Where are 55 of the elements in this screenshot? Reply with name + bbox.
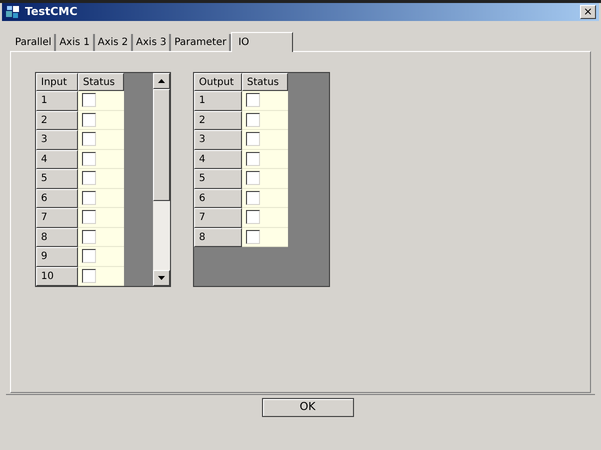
checkbox[interactable] [246, 152, 260, 166]
scroll-up-button[interactable] [153, 73, 170, 89]
column-header: Input [36, 73, 78, 91]
app-icon [5, 5, 21, 19]
row-header: 1 [194, 91, 242, 110]
row-header: 3 [36, 130, 78, 150]
column-header: Status [78, 73, 124, 91]
checkbox[interactable] [246, 190, 260, 205]
row-header: 8 [36, 228, 78, 247]
row-header: 7 [194, 208, 242, 228]
up-arrow-icon [158, 79, 165, 83]
row-header: 6 [36, 188, 78, 208]
row-header: 5 [36, 169, 78, 188]
checkbox[interactable] [246, 112, 260, 127]
row-header: 4 [194, 150, 242, 169]
checkbox[interactable] [82, 93, 96, 108]
row-header: 2 [36, 110, 78, 130]
checkbox[interactable] [82, 210, 96, 224]
row-header: 1 [36, 91, 78, 110]
row-header: 6 [194, 188, 242, 208]
ok-button[interactable]: OK [262, 398, 354, 417]
column-header: Output [194, 73, 242, 91]
row-header: 9 [36, 247, 78, 266]
checkbox[interactable] [82, 152, 96, 166]
scroll-thumb[interactable] [153, 89, 170, 201]
row-header: 10 [36, 266, 78, 286]
tab[interactable]: Axis 3 [133, 34, 172, 51]
tab[interactable]: Axis 2 [94, 34, 134, 51]
tab[interactable]: IO [231, 32, 294, 52]
tab[interactable]: Parallel [12, 34, 56, 51]
checkbox[interactable] [82, 171, 96, 186]
checkbox[interactable] [82, 249, 96, 264]
scrollbar[interactable] [153, 73, 170, 286]
checkbox[interactable] [82, 112, 96, 127]
row-header: 5 [194, 169, 242, 188]
checkbox[interactable] [82, 190, 96, 205]
column-header: Status [242, 73, 288, 91]
checkbox[interactable] [82, 132, 96, 146]
checkbox[interactable] [246, 132, 260, 146]
checkbox[interactable] [82, 268, 96, 283]
row-header: 2 [194, 110, 242, 130]
row-header: 7 [36, 208, 78, 228]
scroll-down-button[interactable] [153, 270, 170, 286]
checkbox[interactable] [246, 93, 260, 108]
checkbox[interactable] [246, 210, 260, 224]
checkbox[interactable] [246, 171, 260, 186]
checkbox[interactable] [246, 230, 260, 244]
row-header: 4 [36, 150, 78, 169]
close-button[interactable]: × [580, 5, 596, 19]
row-header: 3 [194, 130, 242, 150]
row-header: 8 [194, 228, 242, 247]
checkbox[interactable] [82, 230, 96, 244]
tab[interactable]: Axis 1 [56, 34, 95, 51]
window-title: TestCMC [25, 4, 78, 20]
down-arrow-icon [158, 276, 165, 280]
